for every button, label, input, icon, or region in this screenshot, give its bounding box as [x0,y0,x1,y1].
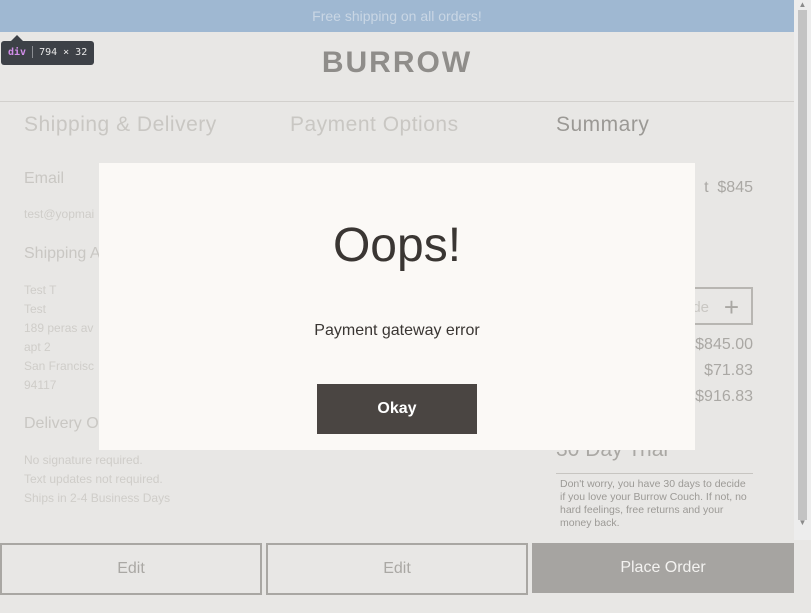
shipping-column-title: Shipping & Delivery [24,113,217,136]
delivery-options-block: No signature required. Text updates not … [24,451,170,508]
email-label: Email [24,170,65,187]
tax-value: $71.83 [704,362,753,379]
address-line: apt 2 [24,340,51,354]
brand-logo[interactable]: BURROW [0,46,794,80]
address-line: Test T [24,283,57,297]
okay-button[interactable]: Okay [317,384,477,434]
trial-description: Don't worry, you have 30 days to decide … [560,478,747,529]
summary-item-value: $845 [717,179,753,196]
delivery-line: No signature required. [24,453,143,467]
edit-shipping-button[interactable]: Edit [0,543,262,595]
email-value: test@yopmai [24,207,95,221]
scroll-down-arrow-icon[interactable]: ▼ [794,518,811,528]
page-scrollbar[interactable]: ▲ ▼ [794,0,811,540]
summary-item-price: t $845 [704,179,753,197]
shipping-address-label: Shipping A [24,245,101,262]
header-divider [0,101,794,102]
delivery-line: Ships in 2-4 Business Days [24,491,171,505]
delivery-options-label: Delivery O [24,415,99,432]
plus-icon: + [723,292,739,322]
scroll-up-arrow-icon[interactable]: ▲ [794,0,811,10]
error-modal: Oops! Payment gateway error Okay [99,163,695,450]
shipping-address-block: Test T Test 189 peras av apt 2 San Franc… [24,281,94,395]
subtotal-value: $845.00 [695,336,753,353]
tooltip-arrow [11,35,23,41]
total-value: $916.83 [695,388,753,405]
summary-item-label: t [704,179,709,196]
promo-banner: Free shipping on all orders! [0,0,794,32]
edit-payment-button[interactable]: Edit [266,543,528,595]
address-line: 94117 [24,378,57,392]
delivery-line: Text updates not required. [24,472,163,486]
address-line: San Francisc [24,359,95,373]
scrollbar-thumb[interactable] [798,10,807,520]
modal-title: Oops! [332,219,462,272]
modal-message: Payment gateway error [314,322,480,339]
summary-column-title: Summary [556,113,650,136]
payment-column-title: Payment Options [290,113,459,136]
address-line: Test [24,302,47,316]
address-line: 189 peras av [24,321,94,335]
trial-divider [556,473,753,474]
place-order-button[interactable]: Place Order [532,543,794,593]
